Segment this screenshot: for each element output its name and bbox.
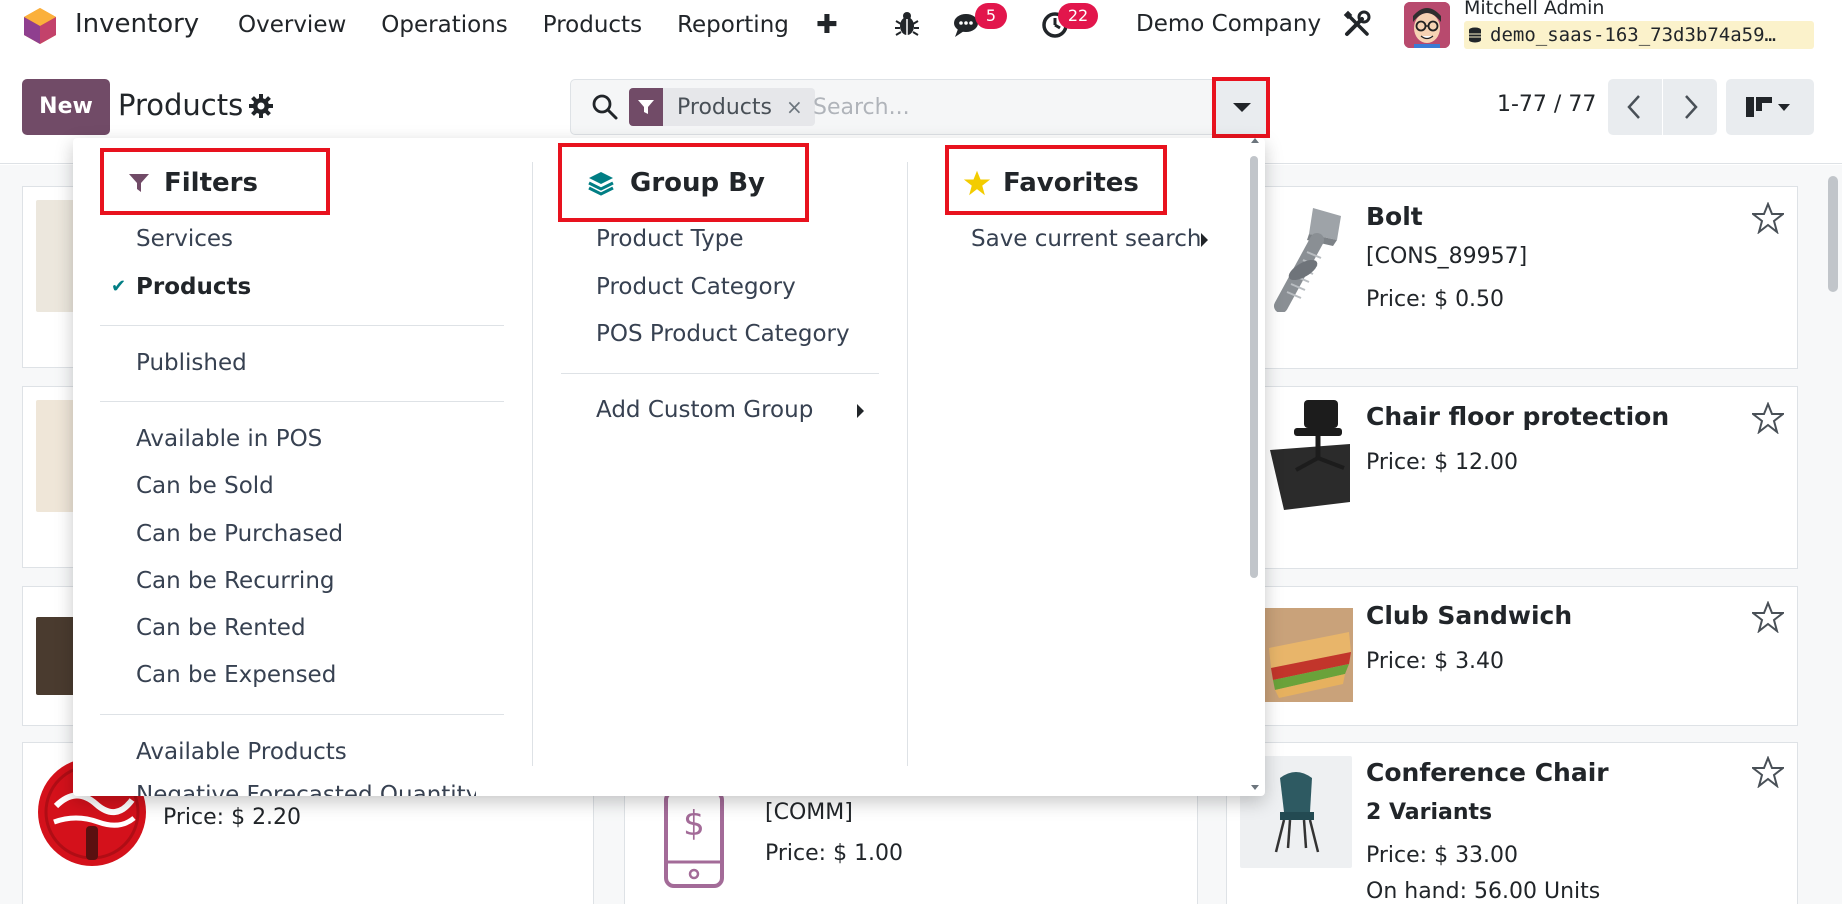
caret-right-icon [1201,233,1208,247]
product-variants: 2 Variants [1366,800,1493,825]
main-menu: Overview Operations Products Reporting [238,12,824,38]
filter-can-be-purchased[interactable]: Can be Purchased [136,521,343,547]
bug-icon[interactable] [893,10,921,38]
pager-previous-button[interactable] [1608,79,1662,135]
filter-can-be-expensed[interactable]: Can be Expensed [136,662,336,688]
filter-icon [629,88,663,126]
filter-available-in-pos[interactable]: Available in POS [136,426,322,452]
filter-can-be-recurring[interactable]: Can be Recurring [136,568,335,594]
product-price: Price: $ 0.50 [1366,287,1505,312]
inventory-app-icon[interactable] [22,6,58,46]
product-name: Bolt [1366,202,1423,231]
page-scroll-thumb[interactable] [1828,176,1838,292]
group-product-category[interactable]: Product Category [596,274,796,300]
highlight-box-favorites [945,145,1167,215]
menu-products[interactable]: Products [543,12,642,38]
search-facet: Products × [629,88,815,126]
tools-icon[interactable] [1342,9,1372,39]
top-navbar: Inventory Overview Operations Products R… [0,0,1842,50]
facet-label: Products [677,94,772,120]
groupby-separator [561,373,879,374]
filter-available-products[interactable]: Available Products [136,739,347,765]
column-divider [907,162,908,766]
filter-separator [100,401,504,402]
product-image [36,200,76,312]
search-options-dropdown: Filters Services ✔ Products Published Av… [73,138,1265,796]
user-name[interactable]: Mitchell Admin [1464,0,1604,19]
filter-separator [100,714,504,715]
chair-floor-image [1270,400,1350,510]
product-price: Price: $ 2.20 [163,805,302,830]
kanban-view-icon [1746,97,1790,117]
menu-reporting[interactable]: Reporting [677,12,789,38]
mobile-dollar-icon: $ [664,790,724,888]
search-input[interactable] [813,88,1173,126]
database-icon [1469,27,1481,43]
svg-text:$: $ [683,804,705,844]
star-icon[interactable] [1752,601,1784,633]
product-price: Price: $ 33.00 [1366,843,1519,868]
product-price: Price: $ 3.40 [1366,649,1505,674]
product-name: Chair floor protection [1366,402,1670,431]
search-icon[interactable] [591,93,619,121]
plus-icon[interactable]: ✚ [816,10,838,40]
highlight-box-filters [100,148,330,215]
activities-count-badge: 22 [1058,3,1098,29]
star-icon[interactable] [1752,402,1784,434]
page-scrollbar[interactable] [1824,170,1840,904]
search-bar: Products × [570,79,1270,135]
check-icon: ✔ [111,276,127,297]
filter-can-be-sold[interactable]: Can be Sold [136,473,274,499]
messages-count-badge: 5 [975,3,1007,29]
page-title: Products [118,88,244,122]
pager-next-button[interactable] [1663,79,1717,135]
save-current-search[interactable]: Save current search [971,226,1201,252]
group-pos-product-category[interactable]: POS Product Category [596,321,850,347]
filter-can-be-rented[interactable]: Can be Rented [136,615,306,641]
app-name[interactable]: Inventory [75,9,199,39]
star-icon[interactable] [1752,202,1784,234]
product-on-hand: On hand: 56.00 Units [1366,879,1601,904]
dropdown-scrollbar[interactable] [1248,148,1260,788]
scroll-up-arrow[interactable] [1251,138,1259,143]
star-icon[interactable] [1752,756,1784,788]
chevron-right-icon [1685,95,1698,119]
filter-negative-forecasted[interactable]: Negative Forecasted Quantity [136,782,476,796]
clipped-item-wrapper: Negative Forecasted Quantity [136,782,476,796]
highlight-box-toggle [1212,77,1270,138]
filter-products[interactable]: Products [136,274,251,300]
user-avatar[interactable] [1404,2,1450,48]
menu-operations[interactable]: Operations [381,12,507,38]
pager-value[interactable]: 1-77 / 77 [1497,92,1596,117]
filter-published[interactable]: Published [136,350,247,376]
group-product-type[interactable]: Product Type [596,226,743,252]
product-price: Price: $ 1.00 [765,841,904,866]
company-switcher[interactable]: Demo Company [1136,11,1321,37]
chevron-left-icon [1627,95,1640,119]
database-name: demo_saas-163_73d3b74a59… [1464,21,1814,49]
product-reference: [COMM] [765,800,853,825]
filter-services[interactable]: Services [136,226,233,252]
column-divider [532,162,533,766]
menu-overview[interactable]: Overview [238,12,346,38]
product-name: Club Sandwich [1366,601,1573,630]
product-image [36,400,76,512]
product-reference: [CONS_89957] [1366,244,1528,269]
scroll-down-arrow[interactable] [1251,785,1259,790]
filter-separator [100,325,504,326]
add-custom-group[interactable]: Add Custom Group [596,397,813,423]
dropdown-scroll-thumb[interactable] [1250,156,1258,578]
bolt-image [1274,208,1341,312]
product-image [36,617,76,695]
caret-right-icon [857,404,864,418]
product-price: Price: $ 12.00 [1366,450,1519,475]
highlight-box-group-by [558,143,809,222]
gear-icon[interactable] [248,93,274,119]
close-icon[interactable]: × [786,95,815,119]
club-sandwich-image [1265,608,1353,702]
view-switcher-button[interactable] [1726,79,1814,135]
new-button[interactable]: New [22,79,110,135]
product-name: Conference Chair [1366,758,1609,787]
